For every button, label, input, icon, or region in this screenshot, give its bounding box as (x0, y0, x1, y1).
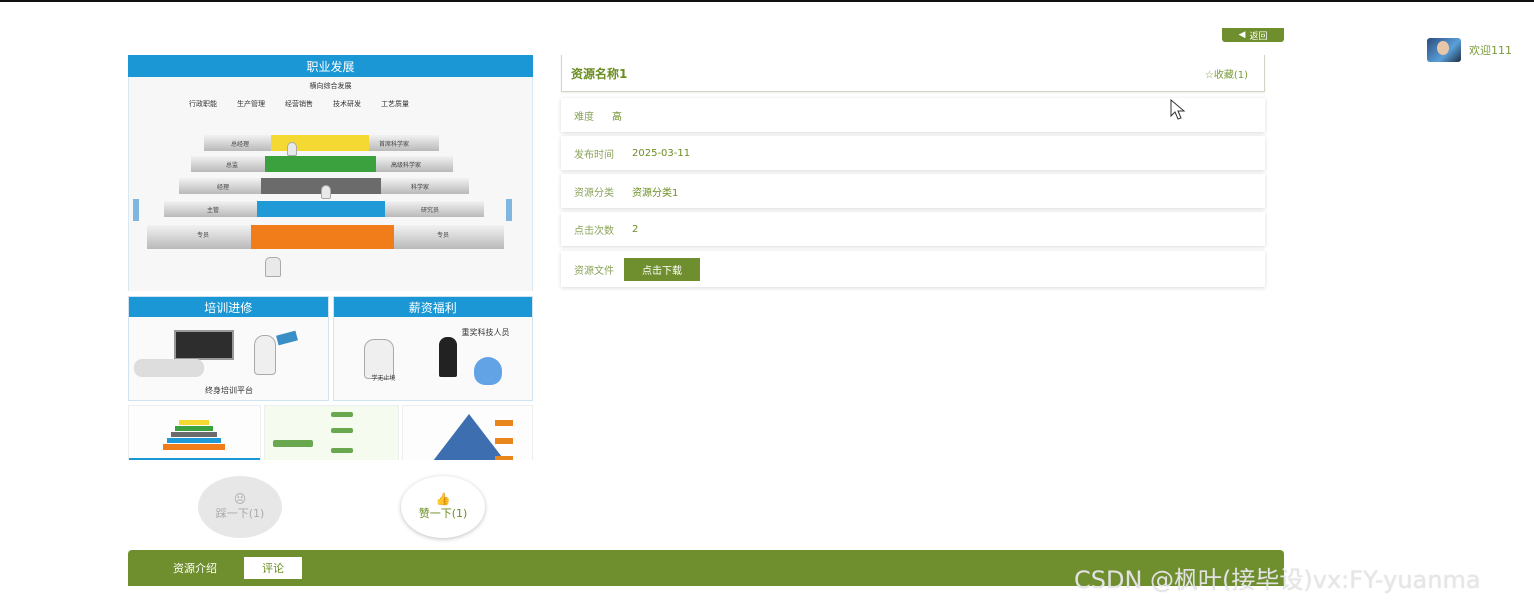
download-button[interactable]: 点击下载 (624, 257, 700, 281)
graduation-cap-icon (276, 330, 298, 346)
info-row-file: 资源文件 点击下载 (561, 251, 1265, 287)
salary-banner: 薪资福利 (333, 297, 532, 317)
ladder-step-blue (257, 201, 385, 217)
watermark: CSDN @枫叶(接毕设)vx:FY-yuanma (1074, 566, 1481, 594)
ladder-category: 工艺质量 (381, 100, 409, 108)
favorite-label: 收藏(1) (1213, 69, 1248, 81)
ladder-step-yellow (271, 135, 369, 151)
info-row-publish-time: 发布时间 2025-03-11 (561, 136, 1265, 170)
thumb-bar (171, 432, 217, 437)
climber-figure (265, 257, 281, 277)
info-value: 2025-03-11 (632, 147, 691, 159)
thumb-bar (179, 420, 209, 425)
mindmap-node (331, 428, 353, 433)
thumbnail-ladder (128, 405, 261, 460)
info-row-category: 资源分类 资源分类1 (561, 174, 1265, 208)
salary-board-text: 学无止境 (371, 375, 396, 382)
star-icon: ☆ (1204, 69, 1214, 81)
right-level-label: 科学家 (411, 184, 430, 191)
person-figure (254, 335, 276, 375)
arrow-icon (495, 420, 513, 426)
mindmap-node (331, 448, 353, 453)
back-arrow-icon: ◀ (1238, 30, 1246, 40)
left-level-label: 总经理 (231, 141, 250, 148)
left-level-label: 主管 (207, 207, 220, 214)
ladder-category: 生产管理 (237, 100, 265, 108)
thumbs-down-icon: ☹ (233, 492, 247, 506)
info-row-clicks: 点击次数 2 (561, 212, 1265, 246)
info-label: 资源文件 (574, 265, 614, 277)
left-side-tag (133, 199, 139, 221)
resource-title-box: 资源名称1 ☆收藏(1) (561, 55, 1265, 92)
favorite-button[interactable]: ☆收藏(1) (1205, 66, 1248, 81)
welcome-text: 欢迎111 (1469, 44, 1512, 57)
left-level-label: 总监 (226, 162, 239, 169)
left-level-label: 专员 (197, 232, 210, 239)
mouse-cursor-icon (1170, 99, 1186, 120)
thumbs-up-icon: 👍 (435, 492, 451, 506)
salary-panel: 薪资福利 学无止境 重奖科技人员 (332, 296, 533, 401)
training-caption: 终身培训平台 (205, 386, 253, 395)
info-label: 难度 (574, 111, 594, 123)
ladder-category: 行政职能 (189, 100, 217, 108)
thumbnail-mindmap (264, 405, 399, 460)
mindmap-node (331, 412, 353, 417)
ladder-step-green (265, 156, 376, 172)
right-level-label: 研究员 (421, 207, 440, 214)
ladder-category: 经营销售 (285, 100, 313, 108)
desk-graphic (134, 359, 204, 377)
image-top-banner: 职业发展 (128, 55, 533, 77)
salary-caption: 重奖科技人员 (461, 328, 510, 337)
training-banner: 培训进修 (129, 297, 328, 317)
arrow-icon (495, 438, 513, 444)
dislike-button[interactable]: ☹ 踩一下(1) (198, 476, 282, 538)
dislike-label: 踩一下(1) (215, 507, 265, 520)
thumbnail-pyramid (402, 405, 533, 460)
tab-resource-intro[interactable]: 资源介绍 (173, 560, 217, 576)
thumb-bar (129, 458, 260, 460)
user-info[interactable]: 欢迎111 (1427, 38, 1512, 62)
info-value: 资源分类1 (632, 187, 679, 199)
top-border (0, 0, 1534, 2)
training-panel: 培训进修 终身培训平台 (128, 296, 329, 401)
right-level-label: 首席科学家 (379, 141, 410, 148)
back-button[interactable]: ◀ 返回 (1222, 28, 1284, 42)
tab-comments[interactable]: 评论 (244, 557, 302, 579)
left-level-label: 经理 (217, 184, 230, 191)
like-label: 赞一下(1) (418, 507, 468, 520)
ladder-categories: 行政职能 生产管理 经营销售 技术研发 工艺质量 (189, 99, 409, 109)
career-ladder-graphic: 横向综合发展 行政职能 生产管理 经营销售 技术研发 工艺质量 总经理 总监 经… (128, 77, 533, 291)
ladder-subtitle: 横向综合发展 (309, 82, 352, 90)
mindmap-root (273, 440, 313, 447)
info-label: 资源分类 (574, 187, 614, 199)
ladder-category: 技术研发 (333, 100, 361, 108)
info-value: 2 (632, 223, 639, 235)
avatar[interactable] (1427, 38, 1461, 62)
thumb-bar (163, 444, 225, 450)
businessman-figure (438, 337, 457, 377)
info-value: 高 (612, 111, 622, 123)
info-row-difficulty: 难度 高 (561, 98, 1265, 132)
ladder-step-orange (251, 225, 394, 249)
climber-figure (321, 185, 331, 199)
back-label: 返回 (1249, 31, 1268, 42)
right-level-label: 高级科学家 (391, 162, 422, 169)
like-button[interactable]: 👍 赞一下(1) (401, 476, 485, 538)
thumb-bar (175, 426, 213, 431)
right-side-tag (506, 199, 512, 221)
resource-image: 职业发展 横向综合发展 行政职能 生产管理 经营销售 技术研发 工艺质量 总经理… (128, 55, 533, 460)
resource-title: 资源名称1 (571, 66, 628, 81)
blackboard-graphic (174, 330, 234, 360)
right-level-label: 专员 (437, 232, 450, 239)
arrow-icon (495, 456, 513, 460)
thumb-bar (167, 438, 221, 443)
flask-graphic (473, 357, 502, 385)
climber-figure (287, 142, 297, 156)
info-label: 发布时间 (574, 149, 614, 161)
info-label: 点击次数 (574, 225, 614, 237)
